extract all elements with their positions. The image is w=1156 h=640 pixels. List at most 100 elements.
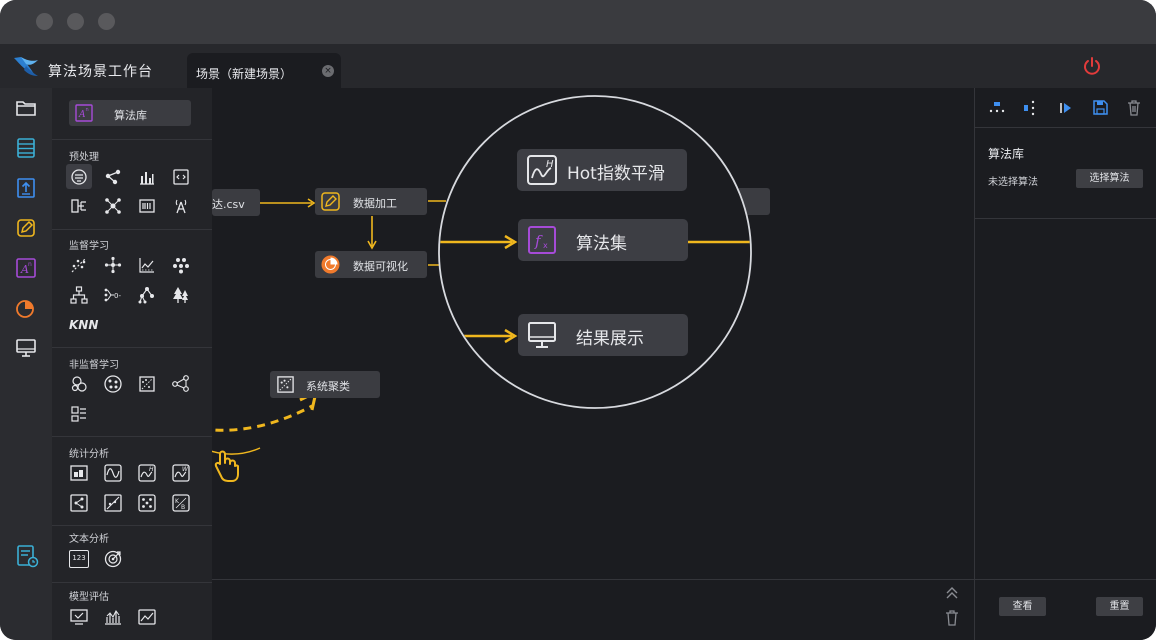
cluster-nodes-icon[interactable] bbox=[103, 255, 123, 275]
algorithm-icon[interactable]: A n bbox=[14, 256, 38, 280]
code-box-icon[interactable] bbox=[171, 167, 191, 187]
section-title-eval: 模型评估 bbox=[69, 592, 109, 603]
divider bbox=[52, 347, 212, 348]
winters-icon[interactable]: W bbox=[171, 463, 191, 483]
network-icon[interactable] bbox=[103, 196, 123, 216]
report-log-icon[interactable] bbox=[14, 543, 40, 569]
node-algorithm-set[interactable]: f x 算法集 bbox=[518, 219, 688, 261]
signal-tower-icon[interactable] bbox=[171, 196, 191, 216]
algorithm-library-label: 算法库 bbox=[114, 109, 147, 122]
divider bbox=[52, 139, 212, 140]
tab-scene[interactable]: 场景（新建场景） × bbox=[187, 53, 341, 88]
hot-smooth-icon[interactable]: H bbox=[137, 463, 157, 483]
right-toolbar bbox=[975, 88, 1156, 128]
reset-button[interactable]: 重置 bbox=[1096, 597, 1143, 616]
svg-text:n: n bbox=[86, 107, 89, 113]
divider bbox=[52, 582, 212, 583]
circle-cluster-icon[interactable] bbox=[69, 374, 89, 394]
section-title-text: 文本分析 bbox=[69, 534, 109, 545]
node-data-process[interactable]: 数据加工 bbox=[315, 188, 427, 215]
power-icon[interactable] bbox=[1082, 56, 1102, 76]
divider bbox=[975, 579, 1156, 580]
graph-node-icon[interactable] bbox=[103, 167, 123, 187]
data-list-icon[interactable] bbox=[14, 136, 38, 160]
folder-icon[interactable] bbox=[14, 96, 38, 120]
maximize-window-button[interactable] bbox=[98, 13, 115, 30]
run-icon[interactable] bbox=[1059, 101, 1073, 115]
svg-text:H: H bbox=[149, 466, 154, 473]
trash-icon[interactable] bbox=[945, 610, 959, 626]
flow-split-icon[interactable] bbox=[69, 196, 89, 216]
target-icon[interactable] bbox=[103, 549, 123, 569]
eval-trend-icon[interactable] bbox=[137, 607, 157, 627]
line-chart-icon[interactable] bbox=[137, 255, 157, 275]
monitor-icon[interactable] bbox=[14, 336, 38, 360]
window-titlebar bbox=[0, 0, 1156, 44]
pie-chart-icon[interactable] bbox=[14, 296, 38, 320]
svg-text:x: x bbox=[543, 241, 548, 250]
section-title-unsupervised: 非监督学习 bbox=[69, 360, 119, 371]
node-algoset-label: 算法集 bbox=[576, 234, 627, 254]
section-title-stats: 统计分析 bbox=[69, 449, 109, 460]
divider bbox=[975, 218, 1156, 219]
view-button[interactable]: 查看 bbox=[999, 597, 1046, 616]
tab-label: 场景（新建场景） bbox=[196, 67, 293, 81]
correlation-icon[interactable] bbox=[69, 493, 89, 513]
scatter-box-icon[interactable] bbox=[137, 374, 157, 394]
histogram-icon[interactable] bbox=[137, 167, 157, 187]
share-graph-icon[interactable] bbox=[171, 374, 191, 394]
counter-box-icon[interactable]: 123 bbox=[69, 550, 89, 568]
eval-bars-icon[interactable] bbox=[103, 607, 123, 627]
select-algorithm-button[interactable]: 选择算法 bbox=[1076, 169, 1143, 188]
node-result-display[interactable]: 结果展示 bbox=[518, 314, 688, 356]
close-window-button[interactable] bbox=[36, 13, 53, 30]
layout-list-icon[interactable] bbox=[69, 404, 89, 424]
upload-icon[interactable] bbox=[14, 176, 38, 200]
binary-flow-icon[interactable]: 0- bbox=[103, 285, 123, 305]
wave-box-icon[interactable] bbox=[103, 463, 123, 483]
stat-box-icon[interactable] bbox=[69, 463, 89, 483]
node-process-label: 数据加工 bbox=[353, 197, 397, 210]
kmeans-icon[interactable] bbox=[103, 374, 123, 394]
node-hierarchical-clustering[interactable]: 系统聚类 bbox=[270, 371, 380, 398]
ab-test-icon[interactable]: K B bbox=[171, 493, 191, 513]
app-header: 算法场景工作台 场景（新建场景） × bbox=[0, 44, 1156, 88]
icon-rail: A n bbox=[0, 88, 52, 640]
algorithm-palette: A n 算法库 预处理 监督学习 0- KNN 非监督学习 统计分析 H W K… bbox=[52, 88, 212, 640]
section-title-preprocess: 预处理 bbox=[69, 152, 99, 163]
knn-icon[interactable]: KNN bbox=[69, 318, 98, 333]
svg-text:H: H bbox=[546, 159, 554, 170]
eval-monitor-icon[interactable] bbox=[69, 607, 89, 627]
node-data-visualize[interactable]: 数据可视化 bbox=[315, 251, 427, 278]
data-clean-icon[interactable] bbox=[69, 167, 89, 187]
align-horizontal-icon[interactable] bbox=[989, 101, 1005, 115]
edit-icon[interactable] bbox=[14, 216, 38, 240]
dice-icon[interactable] bbox=[137, 493, 157, 513]
node-hot-smoothing[interactable]: H Hot指数平滑 bbox=[517, 149, 687, 191]
node-hot-label: Hot指数平滑 bbox=[567, 164, 665, 184]
divider bbox=[52, 229, 212, 230]
minimize-window-button[interactable] bbox=[67, 13, 84, 30]
node-visualize-label: 数据可视化 bbox=[353, 260, 408, 273]
flow-canvas[interactable]: 达.csv 数据加工 数据可视化 系统聚类 H Hot指数平滑 f x 算法集 … bbox=[212, 88, 974, 579]
decision-tree-icon[interactable] bbox=[137, 285, 157, 305]
align-vertical-icon[interactable] bbox=[1023, 100, 1037, 116]
pie-chart-icon bbox=[321, 255, 340, 274]
expand-up-icon[interactable] bbox=[945, 586, 959, 600]
algorithm-library-button[interactable]: A n 算法库 bbox=[69, 100, 191, 126]
svg-text:W: W bbox=[182, 466, 189, 473]
delete-icon[interactable] bbox=[1127, 100, 1141, 116]
save-icon[interactable] bbox=[1093, 100, 1108, 115]
hierarchy-icon[interactable] bbox=[69, 285, 89, 305]
forest-icon[interactable] bbox=[171, 285, 191, 305]
divider bbox=[52, 436, 212, 437]
algorithm-icon: A n bbox=[75, 104, 93, 122]
dots-group-icon[interactable] bbox=[171, 255, 191, 275]
node-source-csv[interactable]: 达.csv bbox=[212, 189, 260, 216]
node-clustering-label: 系统聚类 bbox=[306, 380, 350, 393]
node-source-label: 达.csv bbox=[212, 198, 245, 211]
scatter-trend-icon[interactable] bbox=[103, 493, 123, 513]
scatter-regression-icon[interactable] bbox=[69, 255, 89, 275]
tab-close-icon[interactable]: × bbox=[322, 65, 334, 77]
barcode-icon[interactable] bbox=[137, 196, 157, 216]
